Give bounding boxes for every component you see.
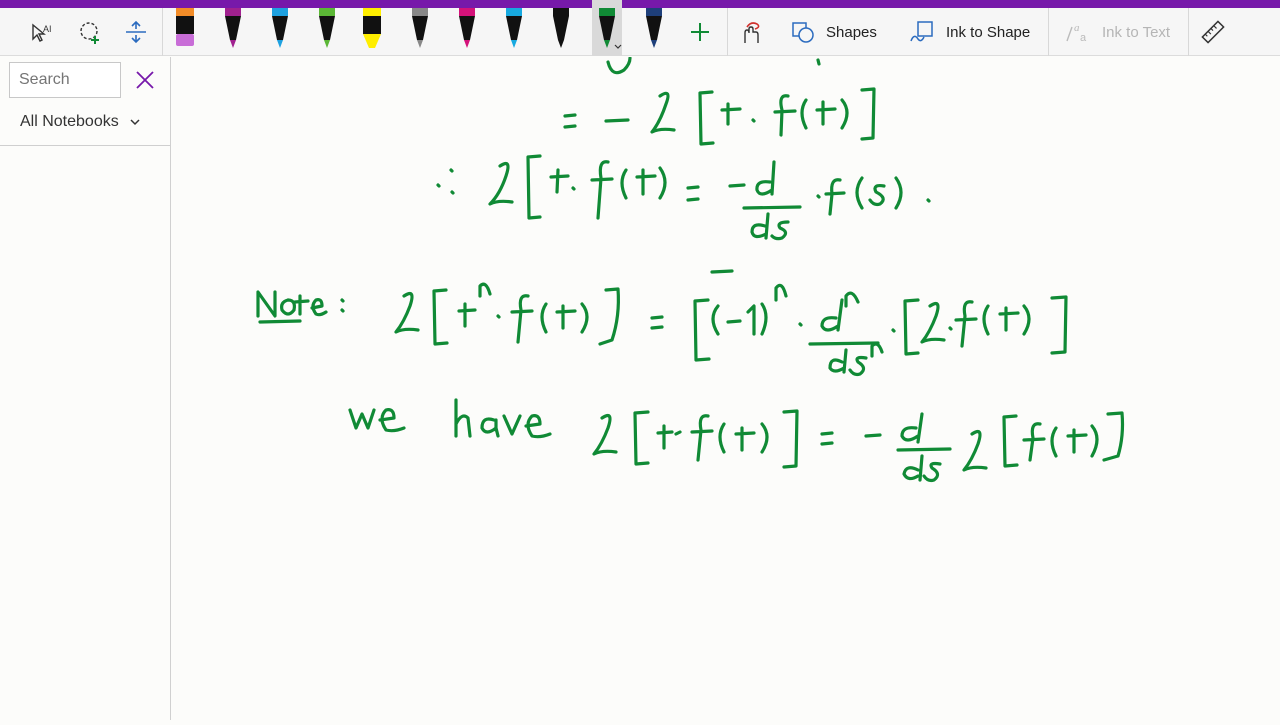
lasso-select-icon[interactable] <box>76 18 104 46</box>
pen-blue-icon[interactable] <box>265 0 295 56</box>
ink-to-shape-button[interactable]: Ink to Shape <box>908 16 1030 48</box>
add-pen-icon[interactable] <box>686 18 714 46</box>
handwritten-ink <box>256 56 1125 483</box>
chevron-down-icon <box>130 119 140 126</box>
ink-to-text-button[interactable]: aa Ink to Text <box>1064 16 1170 48</box>
notebook-filter-label: All Notebooks <box>20 113 119 130</box>
svg-text:a: a <box>1080 32 1087 44</box>
toolbar-divider <box>1048 8 1049 56</box>
notebook-filter-dropdown[interactable]: All Notebooks <box>20 113 141 131</box>
search-pane: All Notebooks <box>0 57 171 720</box>
svg-text:AI: AI <box>43 24 52 34</box>
ink-to-shape-icon <box>910 21 933 42</box>
pen-dark-green-icon[interactable] <box>592 0 622 56</box>
toolbar-divider <box>162 8 163 56</box>
search-input[interactable] <box>9 62 121 98</box>
close-search-icon[interactable] <box>134 69 156 91</box>
shapes-icon <box>792 22 814 43</box>
touch-drawing-icon[interactable] <box>736 18 764 46</box>
pen-green-icon[interactable] <box>312 0 342 56</box>
page-canvas[interactable] <box>172 56 1280 720</box>
highlighter-orange-icon[interactable] <box>170 0 200 56</box>
pen-cyan-icon[interactable] <box>499 0 529 56</box>
pen-black-icon[interactable] <box>546 0 576 56</box>
ink-to-text-icon: aa <box>1066 22 1087 44</box>
sidebar-divider <box>0 145 170 146</box>
toolbar-divider <box>1188 8 1189 56</box>
shapes-label: Shapes <box>826 23 877 41</box>
pen-navy-icon[interactable] <box>639 0 669 56</box>
pen-galaxy-icon[interactable] <box>405 0 435 56</box>
lasso-type-select-icon[interactable]: AI <box>28 18 56 46</box>
toolbar-divider <box>727 8 728 56</box>
ruler-icon[interactable] <box>1199 18 1227 46</box>
draw-toolbar: AI Shapes Ink to Shape aa Ink to Text <box>0 0 1280 56</box>
pen-magenta-icon[interactable] <box>452 0 482 56</box>
pen-purple-icon[interactable] <box>218 0 248 56</box>
ink-to-shape-label: Ink to Shape <box>946 23 1031 41</box>
shapes-button[interactable]: Shapes <box>790 16 877 48</box>
add-remove-space-icon[interactable] <box>122 18 150 46</box>
ink-to-text-label: Ink to Text <box>1102 23 1171 41</box>
highlighter-yellow-icon[interactable] <box>357 0 387 56</box>
